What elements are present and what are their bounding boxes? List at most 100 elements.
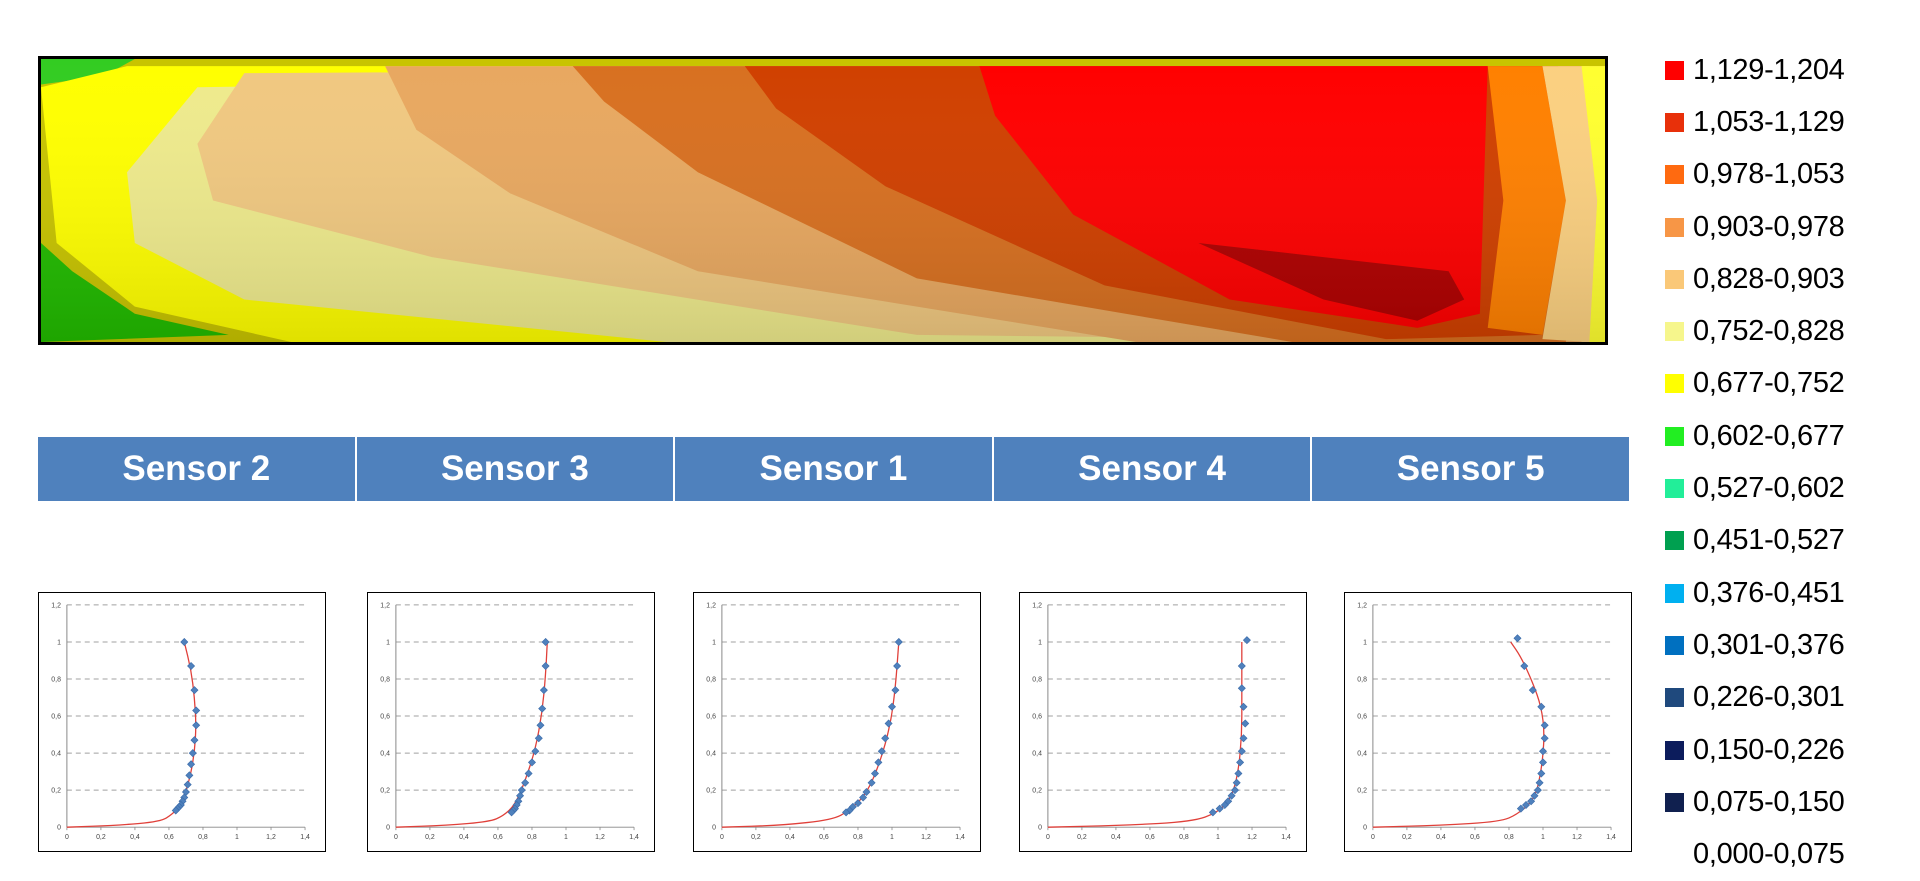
- legend-label: 0,903-0,978: [1693, 210, 1845, 243]
- legend-item: 0,527-0,602: [1665, 462, 1915, 514]
- data-point: [192, 721, 201, 730]
- data-point: [1540, 734, 1549, 743]
- legend-item: 0,903-0,978: [1665, 201, 1915, 253]
- chart-sensor-3: 0 0,2 0,4 0,6 0,8 1 1,2 0 0,2 0,4 0,6 0,8 1 1,2 1,4: [367, 592, 655, 852]
- x-tick-label: 0,6: [1145, 834, 1155, 841]
- data-point: [1513, 634, 1522, 643]
- x-tick-label: 1,2: [1572, 834, 1582, 841]
- legend-swatch: [1665, 583, 1684, 603]
- contour-shading: [41, 59, 1605, 342]
- y-tick-label: 0,8: [51, 676, 61, 683]
- x-tick-label: 1: [564, 834, 568, 841]
- y-tick-label: 0,8: [380, 676, 390, 683]
- legend-swatch: [1665, 792, 1684, 812]
- legend-label: 0,376-0,451: [1693, 576, 1845, 609]
- x-tick-label: 0: [394, 834, 398, 841]
- sensor-header-row: Sensor 2 Sensor 3 Sensor 1 Sensor 4 Sens…: [38, 437, 1629, 501]
- legend-label: 0,150-0,226: [1693, 733, 1845, 766]
- data-point: [888, 702, 896, 711]
- y-tick-label: 1: [1363, 639, 1367, 646]
- legend-swatch: [1665, 322, 1684, 342]
- data-point: [527, 758, 536, 767]
- y-tick-label: 1,2: [51, 602, 61, 609]
- data-point: [893, 662, 902, 671]
- legend-label: 0,075-0,150: [1693, 785, 1845, 818]
- data-point: [183, 780, 192, 789]
- sensor-header-4: Sensor 4: [993, 437, 1313, 501]
- x-tick-label: 0,2: [425, 834, 435, 841]
- x-tick-label: 0,8: [1504, 834, 1514, 841]
- chart-svg-sensor-5: 0 0,2 0,4 0,6 0,8 1 1,2 0 0,2 0,4 0,6 0,8 1 1,2 1,4: [1357, 602, 1616, 841]
- contour-map-graphic: [41, 59, 1605, 342]
- data-point: [894, 637, 903, 646]
- chart-svg-sensor-1: 0 0,2 0,4 0,6 0,8 1 1,2 0 0,2 0,4 0,6 0,8 1 1,2 1,4: [706, 602, 965, 841]
- data-point: [539, 686, 548, 695]
- legend-item: 0,000-0,075: [1665, 828, 1915, 880]
- legend-label: 0,527-0,602: [1693, 472, 1845, 505]
- y-tick-label: 0,2: [706, 788, 716, 795]
- x-tick-label: 0,8: [527, 834, 537, 841]
- x-tick-label: 1: [890, 834, 894, 841]
- data-point: [538, 704, 547, 713]
- legend-item: 0,752-0,828: [1665, 305, 1915, 357]
- legend-item: 0,376-0,451: [1665, 567, 1915, 619]
- data-point: [1237, 747, 1246, 756]
- legend-label: 0,752-0,828: [1693, 315, 1845, 348]
- data-point: [531, 747, 540, 756]
- sensor-header-2: Sensor 2: [38, 437, 357, 501]
- x-tick-label: 0,4: [130, 834, 140, 841]
- legend-swatch: [1665, 60, 1684, 80]
- x-tick-label: 1: [1541, 834, 1545, 841]
- data-point: [180, 637, 189, 646]
- sensor-header-1: Sensor 1: [675, 437, 994, 501]
- x-tick-label: 1,4: [300, 834, 310, 841]
- data-point: [1539, 758, 1547, 767]
- chart-sensor-2: 0 0,2 0,4 0,6 0,8 1 1,2 0 0,2 0,4 0,6 0,8 1 1,2 1,4: [38, 592, 326, 852]
- chart-svg-sensor-2: 0 0,2 0,4 0,6 0,8 1 1,2 0 0,2 0,4 0,6 0,8 1 1,2 1,4: [51, 602, 310, 841]
- data-point: [536, 721, 545, 730]
- x-tick-label: 1,4: [1281, 834, 1291, 841]
- y-tick-label: 0: [57, 825, 61, 832]
- legend-item: 0,451-0,527: [1665, 515, 1915, 567]
- data-point: [190, 736, 199, 745]
- x-tick-label: 0: [1046, 834, 1050, 841]
- y-tick-label: 1,2: [1357, 602, 1367, 609]
- x-tick-label: 1: [1216, 834, 1220, 841]
- legend-label: 0,451-0,527: [1693, 524, 1845, 557]
- data-point: [1537, 702, 1546, 711]
- fit-line: [395, 641, 548, 828]
- contour-map: [38, 56, 1608, 345]
- data-point: [185, 771, 194, 780]
- legend-item: 1,129-1,204: [1665, 44, 1915, 96]
- data-point: [891, 686, 900, 695]
- x-tick-label: 0,8: [853, 834, 863, 841]
- chart-svg-sensor-4: 0 0,2 0,4 0,6 0,8 1 1,2 0 0,2 0,4 0,6 0,8 1 1,2 1,4: [1032, 602, 1291, 841]
- legend-label: 0,978-1,053: [1693, 158, 1845, 191]
- data-point: [541, 662, 550, 671]
- legend-swatch: [1665, 165, 1684, 185]
- legend-swatch: [1665, 269, 1684, 289]
- fit-line: [721, 641, 900, 828]
- y-tick-label: 0,6: [1357, 714, 1367, 721]
- legend-label: 0,301-0,376: [1693, 628, 1845, 661]
- y-tick-label: 0: [1038, 825, 1042, 832]
- x-tick-label: 0: [65, 834, 69, 841]
- legend-swatch: [1665, 112, 1684, 132]
- y-tick-label: 1,2: [1032, 602, 1042, 609]
- x-tick-label: 0,8: [1179, 834, 1189, 841]
- x-tick-label: 1,4: [629, 834, 639, 841]
- legend-label: 0,677-0,752: [1693, 367, 1845, 400]
- fit-line: [66, 641, 197, 828]
- legend-swatch: [1665, 531, 1684, 551]
- data-point: [1236, 758, 1245, 767]
- y-tick-label: 1: [1038, 639, 1042, 646]
- x-tick-label: 1,4: [1606, 834, 1616, 841]
- legend-item: 0,677-0,752: [1665, 358, 1915, 410]
- legend-swatch: [1665, 635, 1684, 655]
- legend-item: 0,075-0,150: [1665, 776, 1915, 828]
- y-tick-label: 0,2: [1357, 788, 1367, 795]
- data-point: [867, 778, 876, 787]
- legend-label: 0,828-0,903: [1693, 262, 1845, 295]
- y-tick-label: 0,8: [1357, 676, 1367, 683]
- y-tick-label: 0: [1363, 825, 1367, 832]
